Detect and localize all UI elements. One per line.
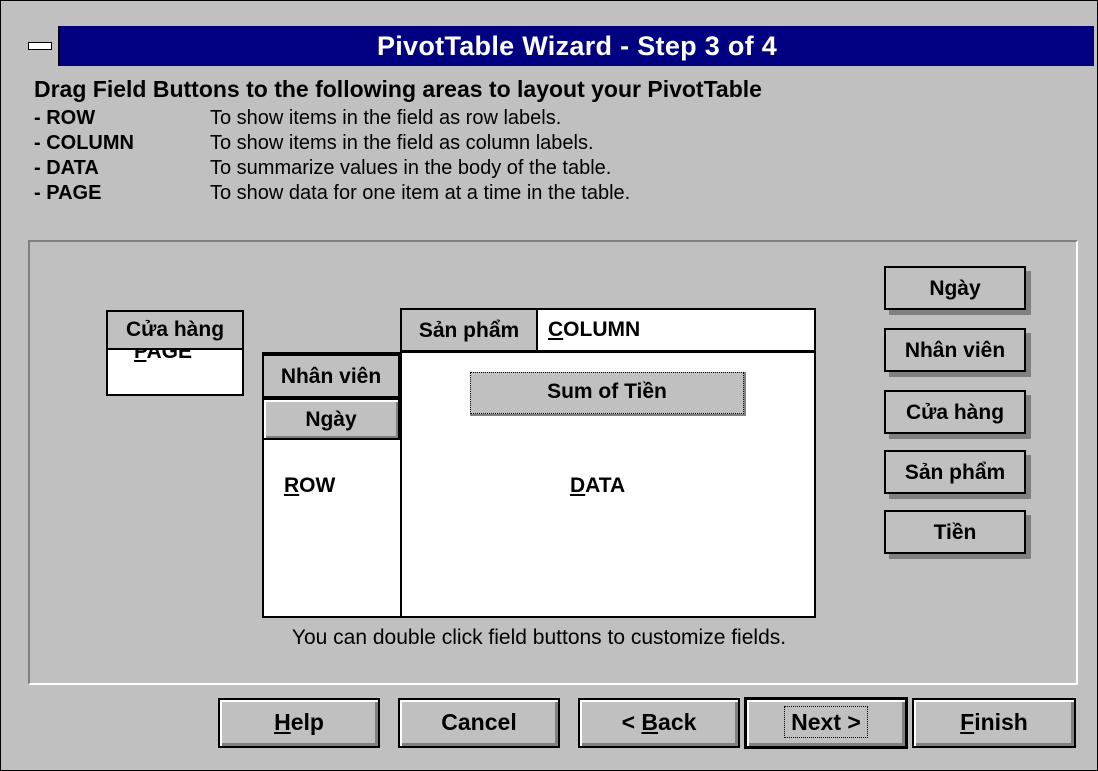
data-area-label: DATA (570, 474, 626, 497)
legend-key: - ROW (34, 107, 96, 129)
legend-key: - COLUMN (34, 132, 134, 154)
row-field-ngay[interactable]: Ngày (262, 398, 400, 440)
legend-key: - DATA (34, 157, 99, 179)
column-field-san-pham[interactable]: Sản phẩm (400, 308, 538, 352)
column-area-label: COLUMN (548, 318, 641, 341)
page-field-cua-hang[interactable]: Cửa hàng (106, 310, 244, 350)
legend-row-row: - ROW To show items in the field as row l… (34, 106, 630, 131)
area-legend: - ROW To show items in the field as row l… (34, 106, 630, 206)
finish-button[interactable]: Finish (912, 698, 1076, 748)
legend-desc: To summarize values in the body of the t… (210, 157, 612, 179)
legend-row-column: - COLUMN To show items in the field as co… (34, 131, 630, 156)
legend-desc: To show items in the field as column lab… (210, 132, 594, 154)
legend-desc: To show items in the field as row labels… (210, 107, 562, 129)
field-button-tien[interactable]: Tiền (884, 510, 1026, 554)
cancel-button[interactable]: Cancel (398, 698, 560, 748)
instructions-heading: Drag Field Buttons to the following area… (34, 76, 762, 102)
data-drop-area[interactable] (400, 308, 816, 618)
title-bar[interactable]: PivotTable Wizard - Step 3 of 4 (20, 26, 1094, 66)
help-button[interactable]: Help (218, 698, 380, 748)
legend-row-data: - DATA To summarize values in the body of… (34, 156, 630, 181)
legend-row-page: - PAGE To show data for one item at a tim… (34, 181, 630, 206)
field-button-nhan-vien[interactable]: Nhân viên (884, 328, 1026, 372)
legend-desc: To show data for one item at a time in t… (210, 182, 631, 204)
customize-hint: You can double click field buttons to cu… (291, 626, 787, 649)
window-title: PivotTable Wizard - Step 3 of 4 (376, 31, 778, 61)
row-field-nhan-vien[interactable]: Nhân viên (262, 354, 400, 398)
system-menu-button[interactable] (20, 26, 60, 66)
field-button-ngay[interactable]: Ngày (884, 266, 1026, 310)
field-button-cua-hang[interactable]: Cửa hàng (884, 390, 1026, 434)
row-area-label: ROW (284, 474, 336, 497)
field-button-san-pham[interactable]: Sản phẩm (884, 450, 1026, 494)
back-button[interactable]: < Back (578, 698, 740, 748)
focus-rectangle (470, 372, 744, 414)
next-button-label: Next > (784, 706, 868, 738)
next-button[interactable]: Next > (744, 697, 908, 749)
legend-key: - PAGE (34, 182, 102, 204)
minus-icon (28, 42, 52, 50)
